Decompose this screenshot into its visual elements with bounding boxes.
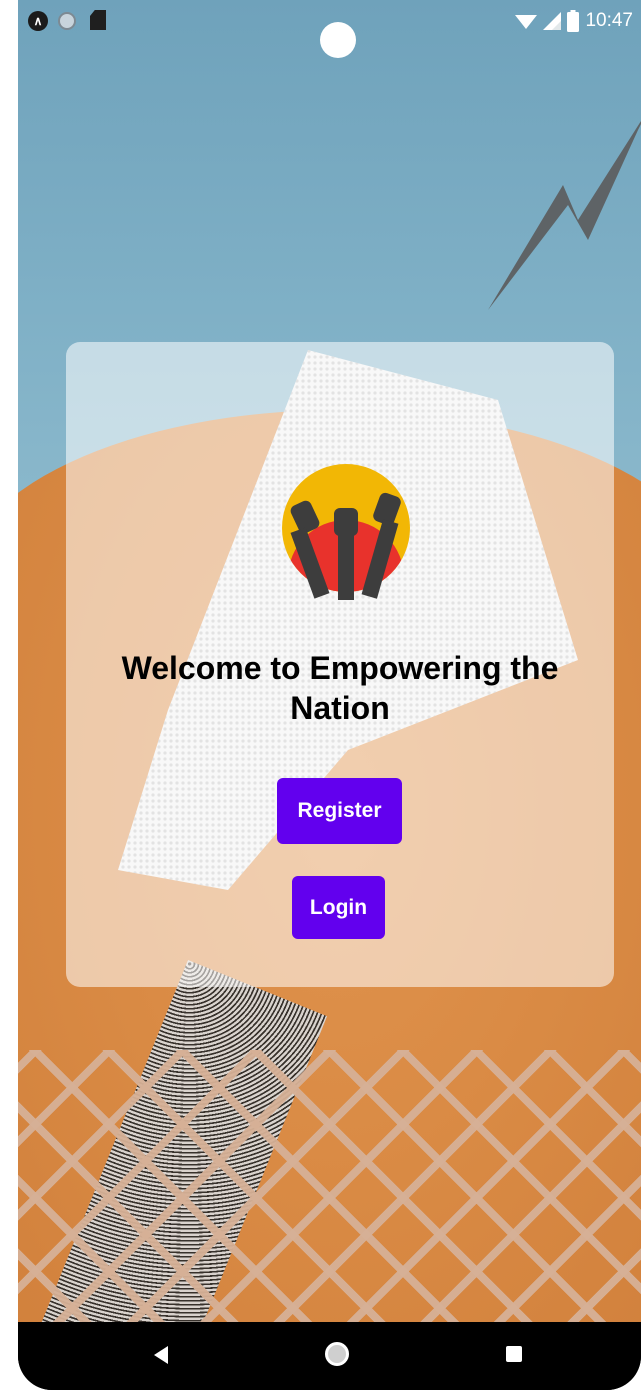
battery-icon (567, 10, 580, 32)
status-bar: ∧ 10:47 (18, 0, 641, 58)
home-icon[interactable] (325, 1342, 349, 1366)
raised-fists-logo (282, 464, 410, 600)
status-time: 10:47 (585, 10, 633, 31)
sd-card-icon (90, 10, 106, 30)
wifi-icon (515, 15, 538, 29)
chain-link-fence-graphic (18, 1050, 641, 1322)
welcome-title: Welcome to Empowering the Nation (121, 650, 559, 726)
phone-screen: ∧ 10:47 Welcome to Empowering the Nation… (18, 0, 641, 1390)
front-camera-cutout (320, 22, 356, 58)
welcome-card: Welcome to Empowering the Nation Registe… (66, 342, 614, 987)
register-button[interactable]: Register (277, 778, 402, 844)
app-a-icon: ∧ (28, 11, 48, 31)
lightning-bolt-graphic (488, 121, 641, 310)
back-icon[interactable] (154, 1346, 168, 1364)
cell-signal-icon (543, 12, 562, 30)
circle-notification-icon (58, 12, 76, 30)
recent-apps-icon[interactable] (506, 1346, 522, 1362)
login-button[interactable]: Login (292, 876, 385, 939)
navigation-bar (18, 1322, 641, 1390)
status-icons: 10:47 (515, 10, 633, 32)
